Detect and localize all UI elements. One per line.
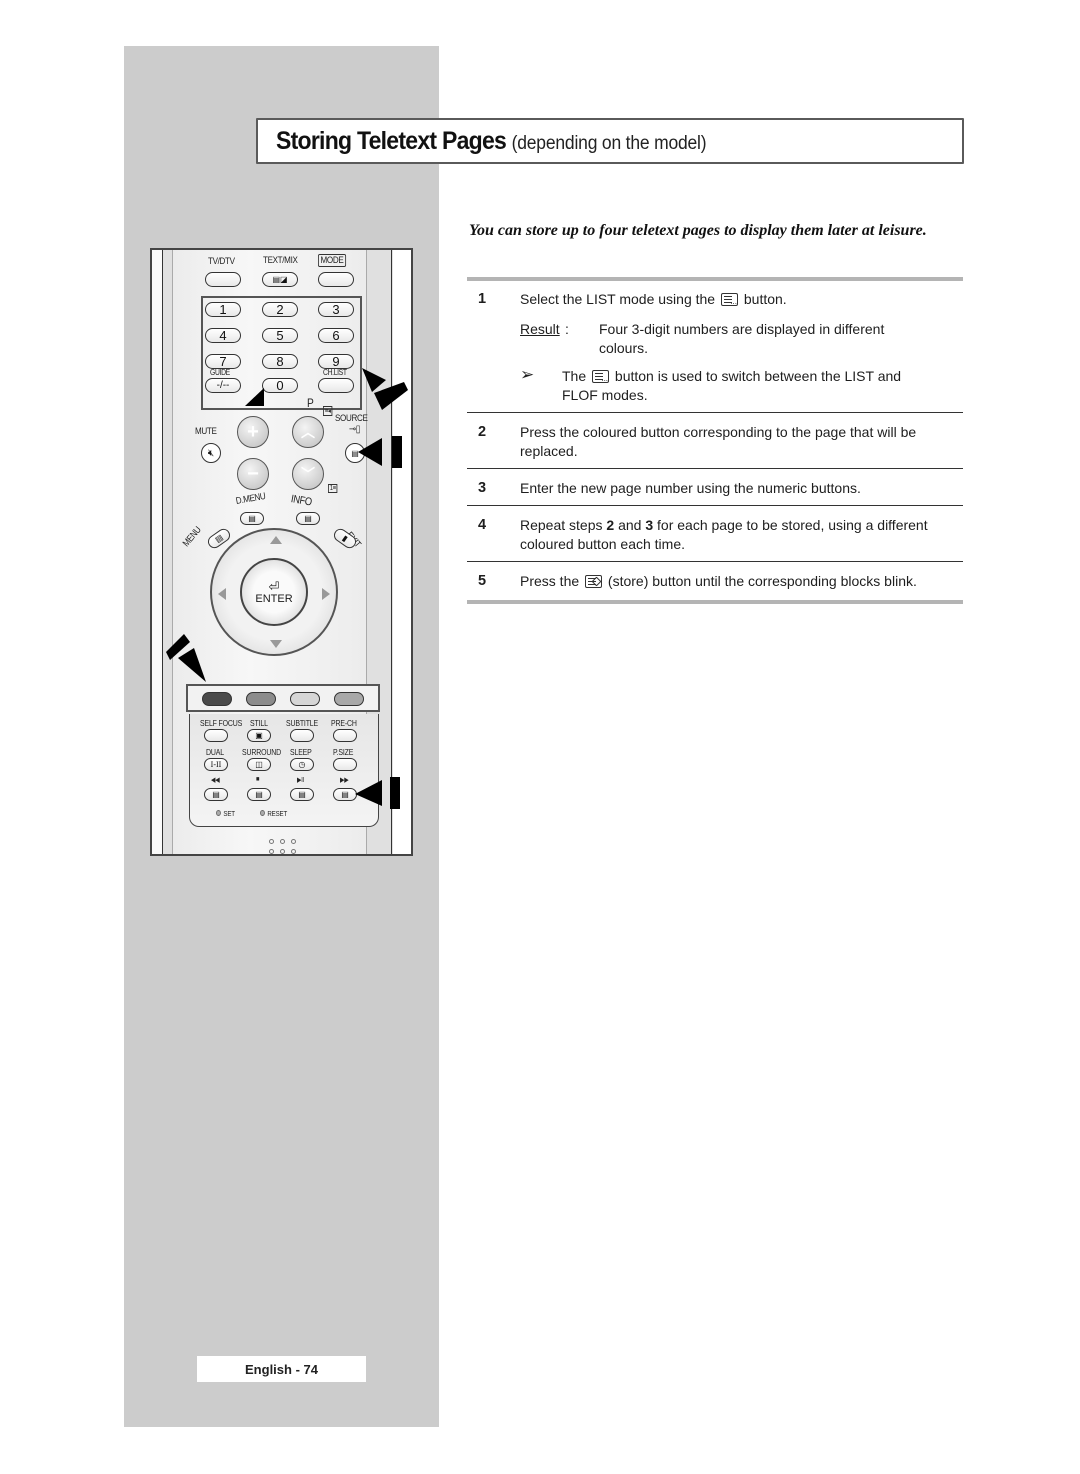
divider (467, 468, 963, 469)
step-number: 4 (478, 517, 487, 533)
divider (467, 412, 963, 413)
step-number: 3 (478, 480, 487, 496)
note-text: The button is used to switch between the… (562, 367, 932, 405)
page-title-box: Storing Teletext Pages (depending on the … (256, 118, 964, 164)
divider (467, 600, 963, 604)
step-text: Repeat steps 2 and 3 for each page to be… (520, 517, 928, 552)
result-label: Result (520, 321, 560, 337)
list-button-icon (720, 292, 738, 311)
step-text: Press the (store) button until the corre… (520, 573, 917, 589)
step-4: 4 Repeat steps 2 and 3 for each page to … (467, 516, 963, 556)
page-subtitle: (depending on the model) (511, 132, 707, 154)
step-text: Press the coloured button corresponding … (520, 424, 917, 459)
step-1: 1 Select the LIST mode using the button.… (467, 290, 963, 405)
page-number: English - 74 (197, 1356, 366, 1382)
divider (467, 277, 963, 281)
note-arrow-icon: ➢ (520, 365, 535, 384)
step-2: 2 Press the coloured button correspondin… (467, 423, 963, 463)
step-3: 3 Enter the new page number using the nu… (467, 479, 963, 499)
step-text: Select the LIST mode using the button. (520, 290, 960, 311)
store-button-icon (585, 575, 603, 588)
pointer-arrow-numeric (362, 368, 408, 410)
step-text: Enter the new page number using the nume… (520, 480, 861, 496)
step-number: 5 (478, 573, 487, 589)
pointer-arrow-list-button (358, 436, 402, 468)
list-button-icon (592, 369, 610, 388)
result-text: Four 3-digit numbers are displayed in di… (599, 321, 885, 356)
page-title: Storing Teletext Pages (depending on the … (276, 126, 707, 155)
pointer-arrows (166, 368, 408, 809)
pointer-arrow-zero (245, 388, 264, 406)
step-number: 2 (478, 424, 487, 440)
pointer-arrow-coloured-buttons (166, 634, 206, 682)
step-5: 5 Press the (store) button until the cor… (467, 572, 963, 592)
step-number: 1 (478, 291, 487, 307)
intro-text: You can store up to four teletext pages … (469, 222, 927, 239)
divider (467, 505, 963, 506)
pointer-arrow-store-button (355, 777, 400, 809)
divider (467, 561, 963, 562)
